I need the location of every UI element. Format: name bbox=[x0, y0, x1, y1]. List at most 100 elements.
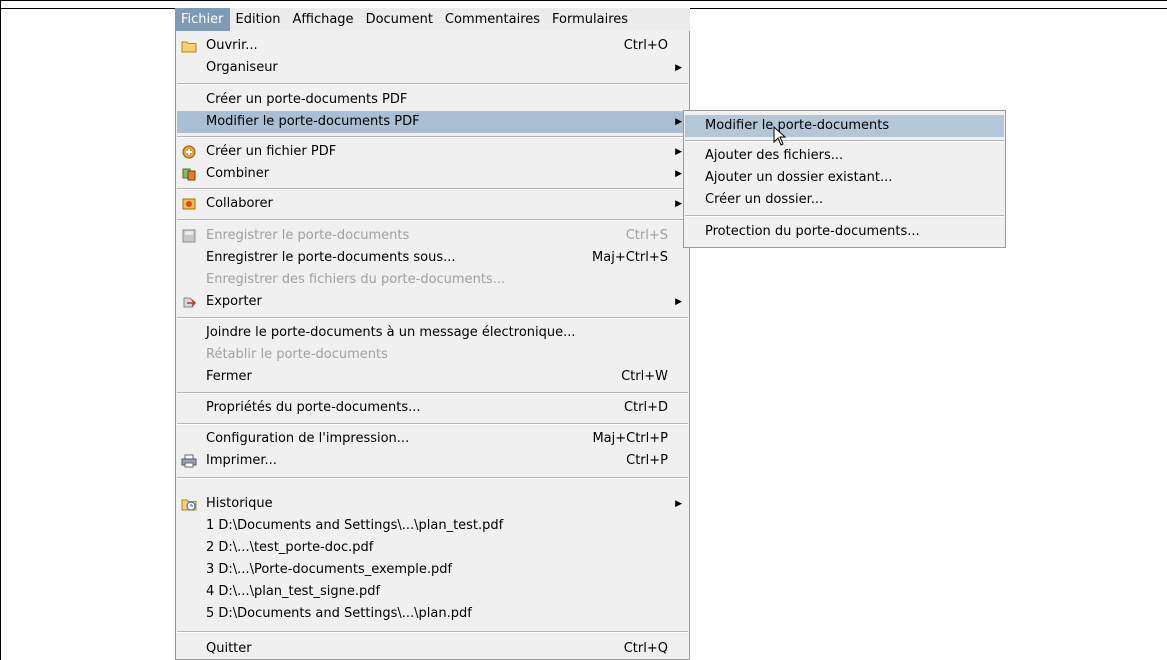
menu-item-history[interactable]: Historique ▶ bbox=[177, 493, 688, 515]
submenu-arrow-icon: ▶ bbox=[675, 147, 682, 157]
shortcut-text: Ctrl+W bbox=[621, 369, 668, 384]
page-top-border bbox=[0, 0, 1167, 1]
menu-item-label: Enregistrer le porte-documents bbox=[206, 228, 410, 243]
menu-item-restore[interactable]: Rétablir le porte-documents bbox=[177, 344, 688, 366]
menu-item-label: Configuration de l'impression... bbox=[206, 431, 410, 446]
submenu-item-create-folder[interactable]: Créer un dossier... bbox=[685, 189, 1004, 211]
folder-icon bbox=[181, 41, 197, 53]
menu-item-open[interactable]: Ouvrir... Ctrl+O bbox=[177, 35, 688, 57]
shortcut-text: Ctrl+P bbox=[626, 453, 668, 468]
menu-item-label: Modifier le porte-documents PDF bbox=[206, 114, 420, 129]
menu-document[interactable]: Document bbox=[360, 8, 439, 31]
recent-file-1[interactable]: 1 D:\Documents and Settings\...\plan_tes… bbox=[177, 515, 688, 537]
submenu-item-protection[interactable]: Protection du porte-documents... bbox=[685, 221, 1004, 243]
recent-file-2[interactable]: 2 D:\...\test_porte-doc.pdf bbox=[177, 537, 688, 559]
menu-formulaires[interactable]: Formulaires bbox=[546, 8, 634, 31]
menu-separator bbox=[177, 219, 688, 221]
menu-separator bbox=[177, 631, 688, 633]
menu-item-label: Protection du porte-documents... bbox=[705, 224, 920, 239]
submenu-item-add-folder[interactable]: Ajouter un dossier existant... bbox=[685, 167, 1004, 189]
submenu-arrow-icon: ▶ bbox=[675, 117, 682, 127]
menu-item-label: Combiner bbox=[206, 166, 270, 181]
history-icon bbox=[181, 499, 197, 511]
page-left-border bbox=[0, 0, 1, 660]
menu-separator bbox=[177, 188, 688, 190]
menu-item-label: Ouvrir... bbox=[206, 38, 258, 53]
menu-bar: Fichier Edition Affichage Document Comme… bbox=[175, 8, 690, 31]
menu-item-combine[interactable]: Combiner ▶ bbox=[177, 163, 688, 185]
recent-file-5[interactable]: 5 D:\Documents and Settings\...\plan.pdf bbox=[177, 603, 688, 625]
menu-fichier[interactable]: Fichier bbox=[175, 8, 230, 31]
menu-separator bbox=[177, 423, 688, 425]
menu-item-label: 5 D:\Documents and Settings\...\plan.pdf bbox=[206, 606, 472, 621]
menu-item-print-setup[interactable]: Configuration de l'impression... Maj+Ctr… bbox=[177, 428, 688, 450]
submenu-arrow-icon: ▶ bbox=[675, 169, 682, 179]
menu-item-create-pdf[interactable]: Créer un fichier PDF ▶ bbox=[177, 141, 688, 163]
submenu-item-modify[interactable]: Modifier le porte-documents bbox=[685, 115, 1004, 137]
menu-item-create-portfolio[interactable]: Créer un porte-documents PDF bbox=[177, 89, 688, 111]
menu-item-save-files[interactable]: Enregistrer des fichiers du porte-docume… bbox=[177, 269, 688, 291]
menu-item-properties[interactable]: Propriétés du porte-documents... Ctrl+D bbox=[177, 397, 688, 419]
shortcut-text: Ctrl+S bbox=[625, 228, 668, 243]
menu-item-label: Collaborer bbox=[206, 196, 273, 211]
export-icon bbox=[183, 297, 197, 308]
menu-item-label: Organiseur bbox=[206, 60, 278, 75]
menu-item-label: 4 D:\...\plan_test_signe.pdf bbox=[206, 584, 381, 599]
submenu-arrow-icon: ▶ bbox=[675, 297, 682, 307]
menu-separator bbox=[177, 392, 688, 394]
menu-item-label: 3 D:\...\Porte-documents_exemple.pdf bbox=[206, 562, 453, 577]
shortcut-text: Maj+Ctrl+S bbox=[592, 250, 668, 265]
menu-item-label: 1 D:\Documents and Settings\...\plan_tes… bbox=[206, 518, 504, 533]
menu-item-label: Imprimer... bbox=[206, 453, 277, 468]
menu-item-save[interactable]: Enregistrer le porte-documents Ctrl+S bbox=[177, 225, 688, 247]
menu-item-label: Créer un fichier PDF bbox=[206, 144, 337, 159]
menu-item-label: Joindre le porte-documents à un message … bbox=[206, 325, 576, 340]
recent-file-3[interactable]: 3 D:\...\Porte-documents_exemple.pdf bbox=[177, 559, 688, 581]
recent-file-4[interactable]: 4 D:\...\plan_test_signe.pdf bbox=[177, 581, 688, 603]
menu-separator bbox=[177, 477, 688, 479]
menu-item-close[interactable]: Fermer Ctrl+W bbox=[177, 366, 688, 388]
menu-commentaires[interactable]: Commentaires bbox=[439, 8, 546, 31]
menu-item-modify-portfolio[interactable]: Modifier le porte-documents PDF ▶ bbox=[177, 111, 688, 133]
shortcut-text: Ctrl+Q bbox=[623, 641, 668, 656]
menu-item-label: Modifier le porte-documents bbox=[705, 118, 890, 133]
menu-item-label: Enregistrer le porte-documents sous... bbox=[206, 250, 456, 265]
create-pdf-icon bbox=[182, 145, 196, 159]
menu-item-label: Propriétés du porte-documents... bbox=[206, 400, 421, 415]
shortcut-text: Ctrl+D bbox=[623, 400, 668, 415]
submenu-arrow-icon: ▶ bbox=[675, 199, 682, 209]
menu-item-organizer[interactable]: Organiseur ▶ bbox=[177, 57, 688, 79]
menu-item-label: Ajouter un dossier existant... bbox=[705, 170, 893, 185]
menu-item-label: Rétablir le porte-documents bbox=[206, 347, 388, 362]
menu-item-label: Enregistrer des fichiers du porte-docume… bbox=[206, 272, 506, 287]
menu-item-label: Quitter bbox=[206, 641, 252, 656]
menu-item-label: Ajouter des fichiers... bbox=[705, 148, 844, 163]
menu-item-quit[interactable]: Quitter Ctrl+Q bbox=[177, 638, 688, 660]
menu-item-label: Créer un porte-documents PDF bbox=[206, 92, 408, 107]
menu-item-label: Exporter bbox=[206, 294, 262, 309]
modify-portfolio-submenu: Modifier le porte-documents Ajouter des … bbox=[683, 110, 1006, 248]
menu-item-attach-email[interactable]: Joindre le porte-documents à un message … bbox=[177, 322, 688, 344]
submenu-arrow-icon: ▶ bbox=[675, 499, 682, 509]
combine-icon bbox=[182, 168, 196, 181]
menu-item-label: Historique bbox=[206, 496, 273, 511]
menu-separator bbox=[685, 140, 1004, 142]
mouse-cursor-icon bbox=[773, 126, 787, 146]
menu-separator bbox=[177, 83, 688, 85]
submenu-arrow-icon: ▶ bbox=[675, 63, 682, 73]
menu-separator bbox=[685, 215, 1004, 217]
submenu-item-add-files[interactable]: Ajouter des fichiers... bbox=[685, 145, 1004, 167]
menu-separator bbox=[177, 317, 688, 319]
menu-affichage[interactable]: Affichage bbox=[286, 8, 359, 31]
shortcut-text: Ctrl+O bbox=[623, 38, 668, 53]
shortcut-text: Maj+Ctrl+P bbox=[592, 431, 668, 446]
save-icon bbox=[182, 229, 196, 243]
menu-item-export[interactable]: Exporter ▶ bbox=[177, 291, 688, 313]
menu-item-print[interactable]: Imprimer... Ctrl+P bbox=[177, 450, 688, 472]
collaborate-icon bbox=[182, 198, 196, 210]
menu-separator bbox=[177, 136, 688, 138]
menu-item-collaborate[interactable]: Collaborer ▶ bbox=[177, 193, 688, 215]
menu-item-label: Fermer bbox=[206, 369, 252, 384]
menu-edition[interactable]: Edition bbox=[230, 8, 287, 31]
menu-item-save-as[interactable]: Enregistrer le porte-documents sous... M… bbox=[177, 247, 688, 269]
